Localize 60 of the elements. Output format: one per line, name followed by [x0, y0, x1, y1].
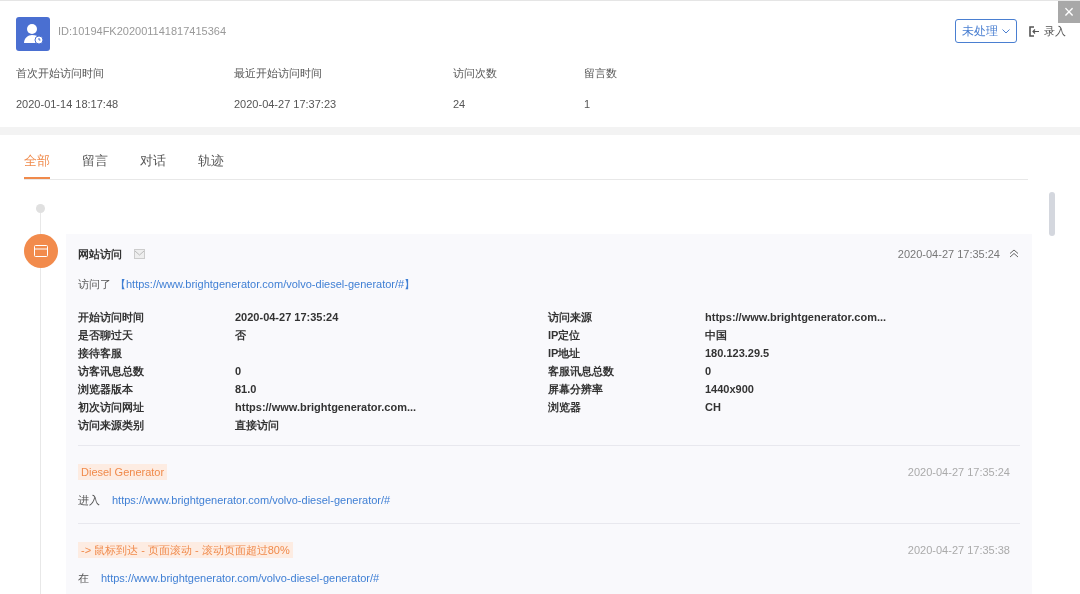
- stat-value: 2020-01-14 18:17:48: [16, 96, 120, 112]
- detail-value: 1440x900: [705, 382, 754, 398]
- detail-label: IP地址: [548, 346, 582, 362]
- detail-label: 屏幕分辨率: [548, 382, 604, 398]
- detail-label: 访问来源类别: [78, 418, 145, 434]
- detail-label: 浏览器版本: [78, 382, 134, 398]
- stat-label: 访问次数: [453, 66, 498, 81]
- detail-value: 81.0: [235, 382, 257, 398]
- stat-label: 最近开始访问时间: [234, 66, 323, 81]
- user-avatar-icon: [16, 17, 50, 51]
- status-dropdown[interactable]: 未处理: [955, 19, 1017, 43]
- event-link[interactable]: https://www.brightgenerator.com/volvo-diesel-generator/#: [112, 492, 391, 509]
- detail-value: https://www.brightgenerator.com...: [235, 400, 417, 416]
- detail-value: CH: [705, 400, 721, 416]
- stat-value: 24: [453, 96, 467, 112]
- timeline-node-icon: [24, 233, 58, 268]
- import-icon: [1029, 25, 1040, 37]
- event-action: 在: [78, 571, 89, 586]
- detail-label: 访客讯息总数: [78, 364, 145, 380]
- scrollbar-thumb[interactable]: [1049, 191, 1055, 236]
- detail-value: 中国: [705, 328, 727, 344]
- mail-icon: [134, 248, 145, 259]
- event-action: 进入: [78, 493, 100, 508]
- visitor-id: ID:10194FK202001141817415364: [58, 24, 226, 39]
- detail-value: 否: [235, 328, 246, 344]
- detail-label: 浏览器: [548, 400, 582, 416]
- card-timestamp: 2020-04-27 17:35:24: [897, 246, 1000, 262]
- event-link[interactable]: https://www.brightgenerator.com/volvo-diesel-generator/#: [101, 570, 380, 587]
- visited-link[interactable]: 【https://www.brightgenerator.com/volvo-diesel-generator/#】: [115, 276, 416, 293]
- detail-value: 直接访问: [235, 418, 279, 434]
- tab[interactable]: 留言: [82, 151, 108, 179]
- tab[interactable]: 全部: [24, 151, 50, 179]
- collapse-toggle[interactable]: [1008, 247, 1020, 260]
- tab[interactable]: 对话: [140, 151, 166, 179]
- detail-value: 0: [705, 364, 712, 380]
- detail-value: 0: [235, 364, 242, 380]
- stat-label: 留言数: [584, 66, 618, 81]
- chevron-down-icon: [1002, 28, 1010, 34]
- event-timestamp: 2020-04-27 17:35:24: [907, 464, 1010, 480]
- close-button[interactable]: ×: [1058, 1, 1080, 23]
- stat-value: 1: [584, 96, 592, 112]
- event-tag: -> 鼠标到达 - 页面滚动 - 滚动页面超过80%: [78, 541, 293, 558]
- detail-value: 180.123.29.5: [705, 346, 770, 362]
- detail-value: https://www.brightgenerator.com...: [705, 310, 887, 326]
- event-tag: Diesel Generator: [78, 463, 168, 480]
- visited-label: 访问了: [78, 277, 111, 292]
- card-title: 网站访问: [78, 246, 122, 262]
- detail-label: 初次访问网址: [78, 400, 145, 416]
- detail-label: 访问来源: [548, 310, 593, 326]
- detail-value: 2020-04-27 17:35:24: [235, 310, 339, 326]
- detail-label: 客服讯息总数: [548, 364, 615, 380]
- event-timestamp: 2020-04-27 17:35:38: [907, 542, 1010, 558]
- stat-value: 2020-04-27 17:37:23: [234, 96, 338, 112]
- detail-label: 接待客服: [78, 346, 123, 362]
- stat-label: 首次开始访问时间: [16, 66, 105, 81]
- tab[interactable]: 轨迹: [198, 151, 224, 179]
- detail-label: 开始访问时间: [78, 310, 145, 326]
- import-button[interactable]: 录入: [1029, 22, 1066, 40]
- detail-label: 是否聊过天: [78, 328, 134, 344]
- detail-label: IP定位: [548, 328, 582, 344]
